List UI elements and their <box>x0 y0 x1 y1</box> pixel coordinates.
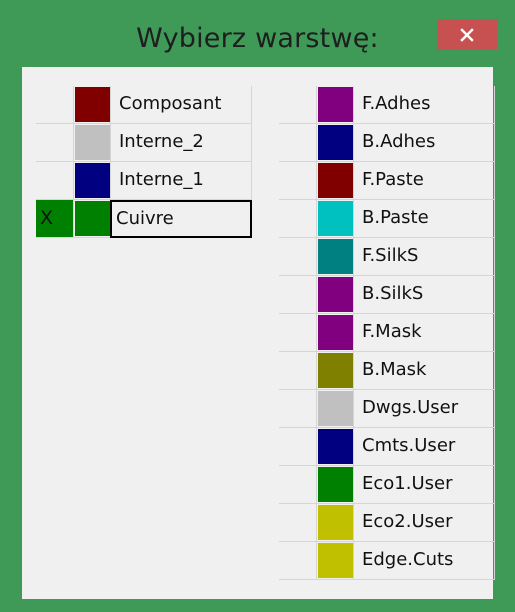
layer-color-swatch <box>318 87 353 122</box>
close-icon <box>460 27 474 42</box>
layer-color-swatch <box>318 125 353 160</box>
layer-color-swatch <box>318 315 353 350</box>
layer-name[interactable]: B.Paste <box>353 200 495 238</box>
layer-color-cell[interactable] <box>73 162 110 200</box>
layer-name[interactable]: Cmts.User <box>353 428 495 466</box>
layer-color-swatch <box>75 87 110 122</box>
active-layer-marker <box>279 542 316 580</box>
layer-color-cell[interactable] <box>316 200 353 238</box>
layer-color-cell[interactable] <box>316 86 353 124</box>
layer-name[interactable]: Cuivre <box>110 200 252 238</box>
layer-color-cell[interactable] <box>73 124 110 162</box>
active-layer-marker: X <box>36 200 73 238</box>
layer-name[interactable]: Edge.Cuts <box>353 542 495 580</box>
layer-color-cell[interactable] <box>316 390 353 428</box>
layer-color-swatch <box>318 163 353 198</box>
layer-color-cell[interactable] <box>316 466 353 504</box>
layer-name[interactable]: F.Mask <box>353 314 495 352</box>
layer-color-swatch <box>75 201 110 236</box>
active-layer-marker <box>279 124 316 162</box>
active-layer-marker <box>279 504 316 542</box>
active-layer-marker <box>279 352 316 390</box>
layer-color-swatch <box>318 429 353 464</box>
active-layer-marker <box>279 466 316 504</box>
layer-color-cell[interactable] <box>316 314 353 352</box>
layer-name[interactable]: B.SilkS <box>353 276 495 314</box>
layer-color-swatch <box>318 543 353 578</box>
layer-color-cell[interactable] <box>316 238 353 276</box>
layer-name[interactable]: Composant <box>110 86 252 124</box>
layer-name[interactable]: F.Paste <box>353 162 495 200</box>
layer-list-panel: Composant Interne_2 Interne_1 X Cuivre F.Adh… <box>22 67 495 599</box>
active-layer-marker <box>279 314 316 352</box>
active-layer-marker <box>279 238 316 276</box>
active-layer-marker <box>36 124 73 162</box>
layer-name[interactable]: Dwgs.User <box>353 390 495 428</box>
layer-name[interactable]: B.Adhes <box>353 124 495 162</box>
layer-name[interactable]: F.SilkS <box>353 238 495 276</box>
layer-color-swatch <box>318 201 353 236</box>
layer-color-cell[interactable] <box>73 86 110 124</box>
layer-color-cell[interactable] <box>316 428 353 466</box>
active-layer-marker <box>279 390 316 428</box>
active-layer-marker <box>279 276 316 314</box>
layer-name[interactable]: Eco2.User <box>353 504 495 542</box>
layer-color-cell[interactable] <box>316 352 353 390</box>
active-layer-marker <box>36 162 73 200</box>
active-layer-marker <box>279 428 316 466</box>
layer-color-swatch <box>318 353 353 388</box>
layer-color-cell[interactable] <box>316 124 353 162</box>
layer-name[interactable]: Eco1.User <box>353 466 495 504</box>
layer-name[interactable]: Interne_1 <box>110 162 252 200</box>
layer-color-cell[interactable] <box>316 542 353 580</box>
layer-color-cell[interactable] <box>316 276 353 314</box>
layer-color-swatch <box>75 163 110 198</box>
layer-color-swatch <box>75 125 110 160</box>
title-bar[interactable]: Wybierz warstwę: <box>0 0 515 66</box>
layer-color-swatch <box>318 391 353 426</box>
layer-color-swatch <box>318 239 353 274</box>
layer-name[interactable]: B.Mask <box>353 352 495 390</box>
layer-color-cell[interactable] <box>73 200 110 238</box>
layer-name[interactable]: Interne_2 <box>110 124 252 162</box>
active-layer-marker <box>36 86 73 124</box>
layer-color-swatch <box>318 467 353 502</box>
layer-color-cell[interactable] <box>316 162 353 200</box>
active-layer-marker <box>279 200 316 238</box>
active-layer-marker <box>279 162 316 200</box>
layer-name[interactable]: F.Adhes <box>353 86 495 124</box>
layer-color-swatch <box>318 277 353 312</box>
layer-select-dialog: Wybierz warstwę: Composant Interne_2 Inter… <box>0 0 515 612</box>
layer-color-swatch <box>318 505 353 540</box>
layer-color-cell[interactable] <box>316 504 353 542</box>
close-button[interactable] <box>437 19 497 50</box>
active-layer-marker <box>279 86 316 124</box>
